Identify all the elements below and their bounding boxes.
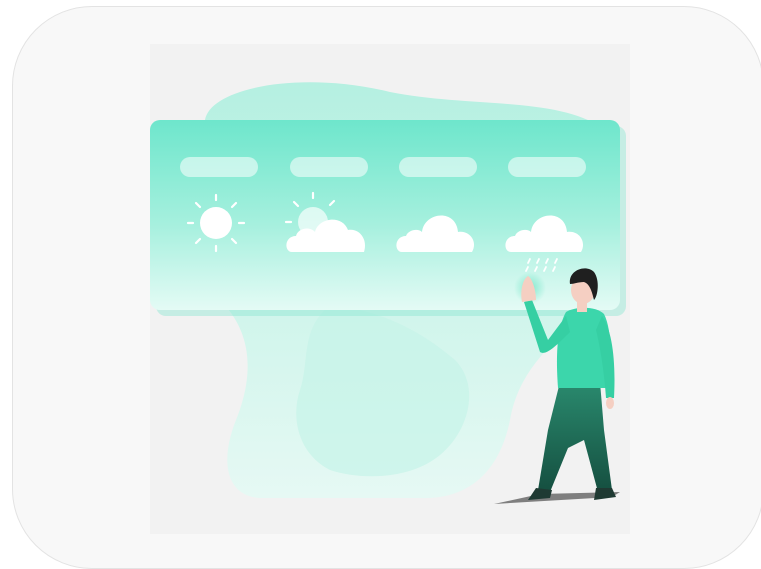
day-label-bar-3 xyxy=(399,157,477,177)
weather-illustration xyxy=(150,44,630,534)
day-label-bar-4 xyxy=(508,157,586,177)
day-label-bar-2 xyxy=(290,157,368,177)
person-down-hand xyxy=(606,397,614,409)
day-label-bar-1 xyxy=(180,157,258,177)
